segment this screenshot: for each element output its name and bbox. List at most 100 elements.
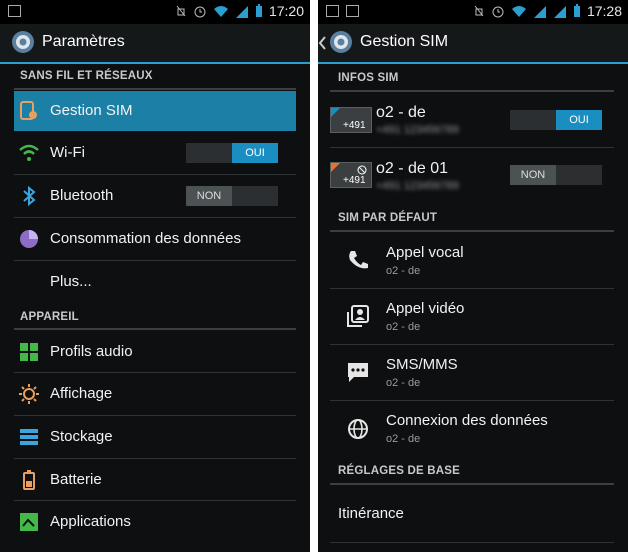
video-call-icon <box>347 305 369 327</box>
list-item-roaming[interactable]: Itinérance <box>318 488 628 542</box>
section-header-basic-settings: RÉGLAGES DE BASE <box>338 465 461 477</box>
battery-icon <box>23 470 35 490</box>
list-item-label: Affichage <box>50 385 113 402</box>
status-time: 17:20 <box>268 3 304 19</box>
section-header-device: APPAREIL <box>20 311 79 323</box>
sim-card-row[interactable]: +491 o2 - de +491 123456789 OUI <box>318 94 628 146</box>
signal-icon <box>235 5 248 18</box>
list-item-display[interactable]: Affichage <box>14 374 296 414</box>
list-item-video-call[interactable]: Appel vidéo o2 - de <box>318 290 628 344</box>
section-divider <box>14 88 296 90</box>
audio-profiles-icon <box>20 343 38 361</box>
bluetooth-toggle[interactable]: NON <box>186 186 278 206</box>
sim-card-icon: +491 <box>330 107 372 133</box>
divider <box>330 542 614 543</box>
list-item-subtitle: o2 - de <box>386 433 421 445</box>
divider <box>330 400 614 401</box>
sim-phone-number: +491 123456789 <box>376 180 459 192</box>
list-item-title: SMS/MMS <box>386 356 458 373</box>
sim-settings-icon <box>20 101 37 120</box>
list-item-title: Itinérance <box>338 505 404 522</box>
list-item-applications[interactable]: Applications <box>14 502 296 542</box>
image-notification-icon <box>326 5 339 17</box>
sim-toggle[interactable]: NON <box>510 165 602 185</box>
section-divider <box>14 328 296 330</box>
divider <box>14 458 296 459</box>
battery-status-icon <box>573 4 580 17</box>
divider <box>14 217 296 218</box>
section-divider <box>330 90 614 92</box>
list-item-battery[interactable]: Batterie <box>14 460 296 500</box>
section-divider <box>330 230 614 232</box>
image-notification-icon <box>346 5 359 17</box>
list-item-data-usage[interactable]: Consommation des données <box>14 219 296 259</box>
divider <box>330 288 614 289</box>
list-item-storage[interactable]: Stockage <box>14 417 296 457</box>
list-item-voice-call[interactable]: Appel vocal o2 - de <box>318 234 628 288</box>
wifi-status-icon <box>511 5 526 17</box>
list-item-sms-mms[interactable]: SMS/MMS o2 - de <box>318 346 628 400</box>
settings-gear-icon[interactable] <box>328 29 354 55</box>
toggle-state: OUI <box>556 110 602 130</box>
page-title: Gestion SIM <box>360 33 449 50</box>
phone-icon <box>349 251 368 269</box>
sim-name: o2 - de <box>376 104 426 121</box>
list-item-label: Wi-Fi <box>50 144 85 161</box>
battery-status-icon <box>255 4 262 17</box>
alarm-icon <box>492 6 504 18</box>
list-item-title: Appel vocal <box>386 244 464 261</box>
settings-gear-icon[interactable] <box>10 29 36 55</box>
sim-number-label: +491 <box>343 120 366 131</box>
display-icon <box>19 384 39 404</box>
sim-management-screen: 17:28 Gestion SIM INFOS SIM +491 o2 - de… <box>318 0 628 552</box>
page-title: Paramètres <box>42 33 125 50</box>
wifi-status-icon <box>213 5 228 17</box>
status-time: 17:28 <box>586 3 622 19</box>
list-item-label: Plus... <box>50 273 92 290</box>
sim-toggle[interactable]: OUI <box>510 110 602 130</box>
vibrate-off-icon <box>176 5 186 17</box>
signal-icon <box>533 5 546 18</box>
list-item-data-connection[interactable]: Connexion des données o2 - de <box>318 402 628 456</box>
action-bar: Gestion SIM <box>318 24 628 64</box>
list-item-label: Bluetooth <box>50 187 114 204</box>
settings-screen: 17:20 Paramètres SANS FIL ET RÉSEAUX Ges… <box>0 0 310 552</box>
section-header-wireless: SANS FIL ET RÉSEAUX <box>20 70 153 82</box>
list-item-label: Stockage <box>50 428 113 445</box>
sim-number-label: +491 <box>343 175 366 186</box>
toggle-state: NON <box>186 186 232 206</box>
list-item-more[interactable]: Plus... <box>14 262 296 302</box>
section-divider <box>330 483 614 485</box>
sim-phone-number: +491 123456789 <box>376 124 459 136</box>
list-item-label: Gestion SIM <box>50 102 133 119</box>
status-bar: 17:28 <box>318 0 628 24</box>
divider <box>14 500 296 501</box>
list-item-sim-management[interactable]: Gestion SIM <box>14 91 296 131</box>
bluetooth-icon <box>23 185 36 207</box>
wifi-icon <box>19 144 39 161</box>
toggle-state: NON <box>510 165 556 185</box>
message-icon <box>348 363 368 382</box>
back-chevron-icon[interactable] <box>318 36 326 50</box>
image-notification-icon <box>8 5 21 17</box>
list-item-title: Appel vidéo <box>386 300 465 317</box>
sim-card-icon: +491 <box>330 162 372 188</box>
list-item-label: Batterie <box>50 471 102 488</box>
list-item-audio-profiles[interactable]: Profils audio <box>14 332 296 372</box>
globe-icon <box>348 419 368 439</box>
alarm-icon <box>194 6 206 18</box>
toggle-state: OUI <box>232 143 278 163</box>
list-item-wifi[interactable]: Wi-Fi OUI <box>14 133 296 173</box>
divider <box>330 344 614 345</box>
sim-card-row[interactable]: +491 o2 - de 01 +491 123456789 NON <box>318 150 628 202</box>
list-item-subtitle: o2 - de <box>386 377 421 389</box>
list-item-subtitle: o2 - de <box>386 321 421 333</box>
divider <box>14 174 296 175</box>
divider <box>14 260 296 261</box>
list-item-bluetooth[interactable]: Bluetooth NON <box>14 176 296 216</box>
status-bar: 17:20 <box>0 0 310 24</box>
action-bar: Paramètres <box>0 24 310 64</box>
divider <box>330 147 614 148</box>
blocked-icon <box>357 165 367 175</box>
wifi-toggle[interactable]: OUI <box>186 143 278 163</box>
